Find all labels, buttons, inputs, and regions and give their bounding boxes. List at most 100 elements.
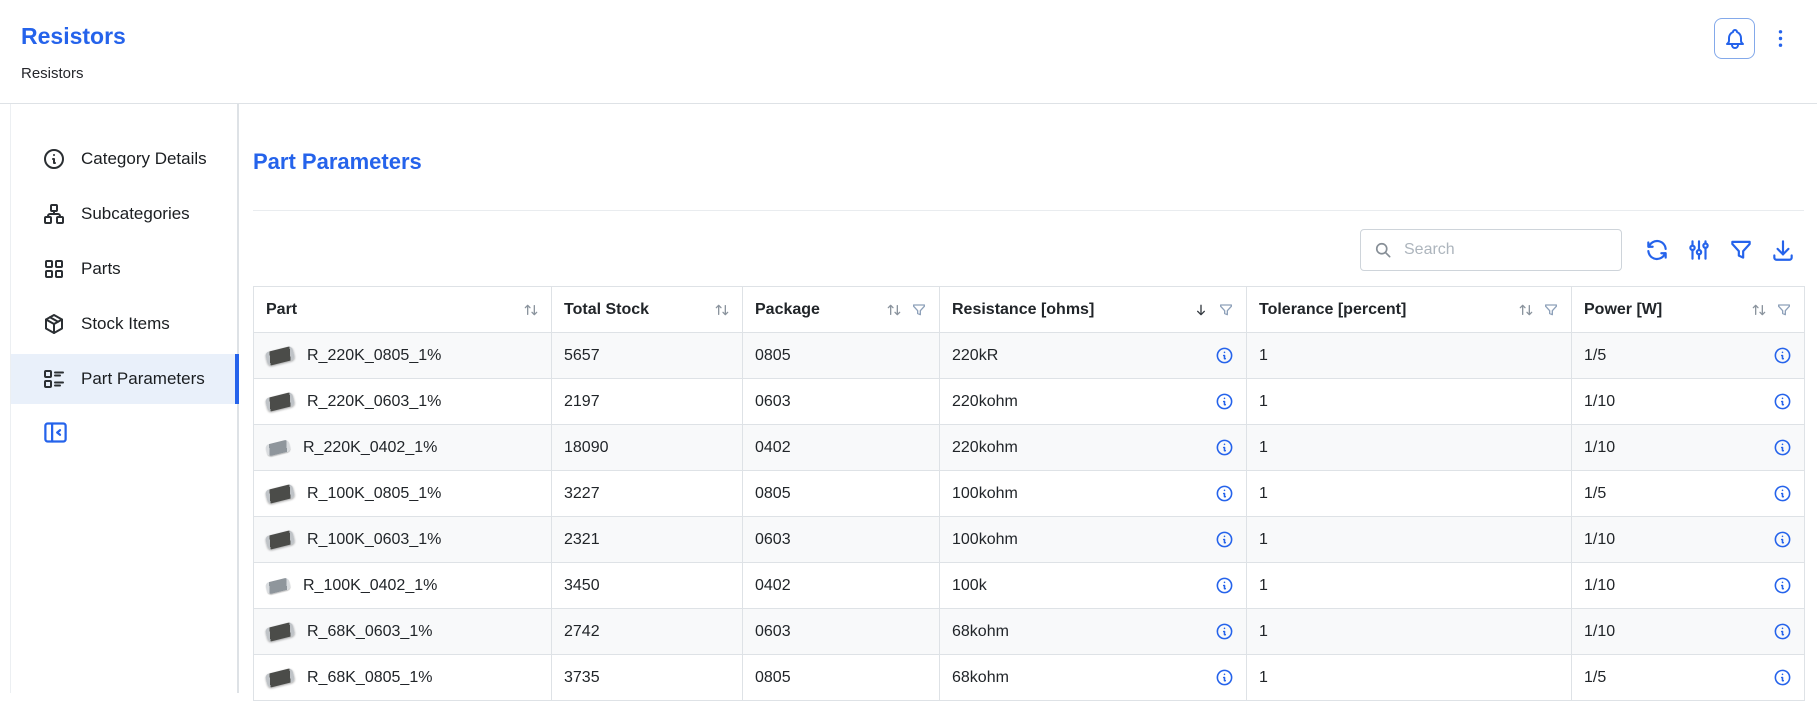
- sidebar-item-part-parameters[interactable]: Part Parameters: [11, 354, 237, 404]
- collapse-sidebar-button[interactable]: [42, 419, 69, 446]
- column-filter-icon[interactable]: [911, 302, 927, 318]
- overflow-menu-button[interactable]: [1767, 18, 1793, 59]
- refresh-button[interactable]: [1644, 237, 1670, 263]
- info-icon[interactable]: [1773, 484, 1792, 503]
- package-cell: 0603: [743, 379, 940, 425]
- resistance-cell: 220kohm: [940, 425, 1247, 471]
- info-icon[interactable]: [1215, 438, 1234, 457]
- part-cell: R_220K_0805_1%: [254, 333, 552, 379]
- info-icon[interactable]: [1215, 392, 1234, 411]
- info-icon[interactable]: [1215, 484, 1234, 503]
- info-icon[interactable]: [1773, 530, 1792, 549]
- table-row[interactable]: R_220K_0805_1%56570805220kR11/5: [254, 333, 1805, 379]
- part-thumbnail-image: [265, 483, 296, 503]
- column-label: Total Stock: [564, 301, 649, 319]
- part-name[interactable]: R_68K_0603_1%: [307, 623, 432, 641]
- part-cell: R_220K_0603_1%: [254, 379, 552, 425]
- table-row[interactable]: R_100K_0402_1%34500402100k11/10: [254, 563, 1805, 609]
- resistance-value: 100kohm: [952, 485, 1018, 503]
- main-panel: Part Parameters PartTotal StockPackageRe…: [239, 104, 1817, 693]
- sort-desc-icon[interactable]: [1193, 302, 1209, 318]
- sidebar-item-label: Parts: [81, 259, 121, 279]
- info-icon[interactable]: [1773, 438, 1792, 457]
- part-name[interactable]: R_100K_0603_1%: [307, 531, 441, 549]
- package-cell: 0402: [743, 425, 940, 471]
- package-cell: 0603: [743, 609, 940, 655]
- sidebar-item-parts[interactable]: Parts: [11, 244, 237, 294]
- part-cell: R_68K_0805_1%: [254, 655, 552, 701]
- info-icon[interactable]: [1773, 576, 1792, 595]
- info-icon[interactable]: [1215, 346, 1234, 365]
- sidebar-item-subcategories[interactable]: Subcategories: [11, 189, 237, 239]
- table-row[interactable]: R_68K_0603_1%2742060368kohm11/10: [254, 609, 1805, 655]
- power-cell: 1/5: [1572, 333, 1805, 379]
- content-area: Category DetailsSubcategories Parts Stock …: [10, 104, 1817, 693]
- column-header-resistance-ohms[interactable]: Resistance [ohms]: [940, 287, 1247, 333]
- table-row[interactable]: R_68K_0805_1%3735080568kohm11/5: [254, 655, 1805, 701]
- table-row[interactable]: R_100K_0805_1%32270805100kohm11/5: [254, 471, 1805, 517]
- column-header-part[interactable]: Part: [254, 287, 552, 333]
- package-cell: 0805: [743, 471, 940, 517]
- total-stock-cell: 3735: [552, 655, 743, 701]
- search-input[interactable]: [1402, 240, 1609, 260]
- part-name[interactable]: R_220K_0805_1%: [307, 347, 441, 365]
- part-cell: R_220K_0402_1%: [254, 425, 552, 471]
- table-row[interactable]: R_100K_0603_1%23210603100kohm11/10: [254, 517, 1805, 563]
- sort-icon[interactable]: [886, 302, 902, 318]
- info-icon[interactable]: [1773, 392, 1792, 411]
- info-icon[interactable]: [1215, 668, 1234, 687]
- column-filter-icon[interactable]: [1776, 302, 1792, 318]
- column-label: Resistance [ohms]: [952, 301, 1094, 319]
- resistance-cell: 68kohm: [940, 655, 1247, 701]
- filter-icon: [1728, 237, 1754, 263]
- power-value: 1/10: [1584, 531, 1615, 549]
- notifications-button[interactable]: [1714, 18, 1755, 59]
- info-icon[interactable]: [1215, 576, 1234, 595]
- info-icon[interactable]: [1773, 668, 1792, 687]
- column-header-total-stock[interactable]: Total Stock: [552, 287, 743, 333]
- power-value: 1/5: [1584, 485, 1606, 503]
- column-header-tolerance-percent[interactable]: Tolerance [percent]: [1247, 287, 1572, 333]
- power-value: 1/10: [1584, 439, 1615, 457]
- page-header: Resistors Resistors: [0, 0, 1817, 104]
- search-box[interactable]: [1360, 229, 1622, 271]
- download-button[interactable]: [1770, 237, 1796, 263]
- column-header-power-w[interactable]: Power [W]: [1572, 287, 1805, 333]
- table-row[interactable]: R_220K_0402_1%180900402220kohm11/10: [254, 425, 1805, 471]
- part-name[interactable]: R_220K_0603_1%: [307, 393, 441, 411]
- filter-button[interactable]: [1728, 237, 1754, 263]
- list-details-icon: [42, 367, 66, 391]
- column-label: Part: [266, 301, 297, 319]
- resistance-value: 68kohm: [952, 669, 1009, 687]
- sort-icon[interactable]: [1518, 302, 1534, 318]
- total-stock-cell: 3450: [552, 563, 743, 609]
- sort-icon[interactable]: [523, 302, 539, 318]
- power-cell: 1/5: [1572, 655, 1805, 701]
- sidebar-item-stock-items[interactable]: Stock Items: [11, 299, 237, 349]
- info-icon[interactable]: [1215, 530, 1234, 549]
- part-name[interactable]: R_68K_0805_1%: [307, 669, 432, 687]
- part-name[interactable]: R_100K_0402_1%: [303, 577, 437, 595]
- breadcrumb[interactable]: Resistors: [21, 65, 84, 82]
- power-value: 1/10: [1584, 623, 1615, 641]
- sidebar-item-category-details[interactable]: Category Details: [11, 134, 237, 184]
- table-row[interactable]: R_220K_0603_1%21970603220kohm11/10: [254, 379, 1805, 425]
- info-icon[interactable]: [1773, 346, 1792, 365]
- total-stock-cell: 3227: [552, 471, 743, 517]
- resistance-cell: 68kohm: [940, 609, 1247, 655]
- power-cell: 1/5: [1572, 471, 1805, 517]
- search-icon: [1373, 240, 1393, 260]
- column-header-package[interactable]: Package: [743, 287, 940, 333]
- table-options-button[interactable]: [1686, 237, 1712, 263]
- info-icon[interactable]: [1773, 622, 1792, 641]
- column-filter-icon[interactable]: [1543, 302, 1559, 318]
- part-name[interactable]: R_100K_0805_1%: [307, 485, 441, 503]
- info-icon[interactable]: [1215, 622, 1234, 641]
- part-thumbnail-image: [265, 621, 296, 641]
- sort-icon[interactable]: [714, 302, 730, 318]
- part-thumbnail-image: [265, 439, 291, 456]
- part-name[interactable]: R_220K_0402_1%: [303, 439, 437, 457]
- sort-icon[interactable]: [1751, 302, 1767, 318]
- total-stock-cell: 18090: [552, 425, 743, 471]
- column-filter-icon[interactable]: [1218, 302, 1234, 318]
